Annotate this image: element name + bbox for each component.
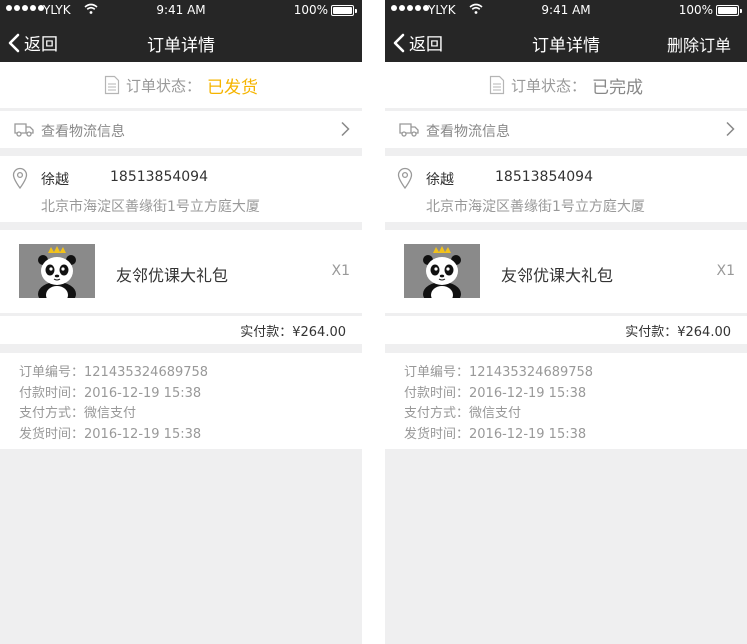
chevron-right-icon [726, 121, 735, 137]
product-quantity: X1 [716, 263, 736, 279]
panda-thumbnail [19, 244, 95, 298]
panda-thumbnail [404, 244, 480, 298]
payment-summary: 实付款：¥264.00 [0, 316, 362, 344]
battery-icon [716, 5, 742, 16]
logistics-row[interactable]: 查看物流信息 [385, 111, 747, 148]
order-info-card: 订单编号：121435324689758 付款时间：2016-12-19 15:… [385, 353, 747, 449]
logistics-label: 查看物流信息 [426, 124, 510, 140]
recipient-phone: 18513854094 [495, 169, 593, 185]
order-detail-screen-completed: YLYK 9:41 AM 100% 返回 订单详情 删除订单 订单状态： 已完成 [385, 0, 747, 644]
page-title: 订单详情 [147, 36, 215, 56]
product-item[interactable]: 友邻优课大礼包 X1 [385, 230, 747, 313]
order-number: 订单编号：121435324689758 [404, 365, 594, 380]
order-status-value: 已完成 [592, 77, 643, 98]
payment-method: 支付方式：微信支付 [19, 406, 137, 421]
location-pin-icon [12, 167, 28, 189]
order-number: 订单编号：121435324689758 [19, 365, 209, 380]
truck-icon [399, 123, 419, 137]
location-pin-icon [397, 167, 413, 189]
recipient-name: 徐越 [426, 172, 454, 188]
delete-order-button[interactable]: 删除订单 [667, 32, 731, 56]
status-bar: YLYK 9:41 AM 100% [385, 0, 747, 22]
order-info-card: 订单编号：121435324689758 付款时间：2016-12-19 15:… [0, 353, 362, 449]
payment-summary: 实付款：¥264.00 [385, 316, 747, 344]
battery-percent: 100% [678, 3, 713, 17]
payment-time: 付款时间：2016-12-19 15:38 [19, 385, 202, 401]
status-bar: YLYK 9:41 AM 100% [0, 0, 362, 22]
logistics-row[interactable]: 查看物流信息 [0, 111, 362, 148]
battery-percent: 100% [293, 3, 328, 17]
order-detail-screen-shipped: YLYK 9:41 AM 100% 返回 订单详情 订单状态： 已发货 查看物流… [0, 0, 362, 644]
shipping-address-card: 徐越 18513854094 北京市海淀区善缘街1号立方庭大厦 [385, 156, 747, 222]
paid-label: 实付款： [625, 325, 678, 340]
shipping-address-card: 徐越 18513854094 北京市海淀区善缘街1号立方庭大厦 [0, 156, 362, 222]
recipient-address: 北京市海淀区善缘街1号立方庭大厦 [41, 199, 260, 215]
navigation-bar: 返回 订单详情 删除订单 [385, 22, 747, 62]
logistics-label: 查看物流信息 [41, 124, 125, 140]
recipient-name: 徐越 [41, 172, 69, 188]
order-status-card: 订单状态： 已完成 [385, 62, 747, 108]
shipping-time: 发货时间：2016-12-19 15:38 [404, 426, 587, 442]
paid-amount: ¥264.00 [292, 325, 346, 340]
paid-amount: ¥264.00 [677, 325, 731, 340]
document-icon [104, 75, 120, 95]
recipient-phone: 18513854094 [110, 169, 208, 185]
order-status-card: 订单状态： 已发货 [0, 62, 362, 108]
payment-time: 付款时间：2016-12-19 15:38 [404, 385, 587, 401]
product-quantity: X1 [331, 263, 351, 279]
battery-icon [331, 5, 357, 16]
chevron-right-icon [341, 121, 350, 137]
document-icon [489, 75, 505, 95]
payment-method: 支付方式：微信支付 [404, 406, 522, 421]
order-status-value: 已发货 [207, 77, 258, 98]
product-item[interactable]: 友邻优课大礼包 X1 [0, 230, 362, 313]
truck-icon [14, 123, 34, 137]
product-name: 友邻优课大礼包 [501, 266, 614, 285]
order-status-label: 订单状态： [510, 76, 586, 95]
recipient-address: 北京市海淀区善缘街1号立方庭大厦 [426, 199, 645, 215]
shipping-time: 发货时间：2016-12-19 15:38 [19, 426, 202, 442]
paid-label: 实付款： [240, 325, 293, 340]
order-status-label: 订单状态： [125, 76, 201, 95]
navigation-bar: 返回 订单详情 [0, 22, 362, 62]
product-name: 友邻优课大礼包 [116, 266, 229, 285]
